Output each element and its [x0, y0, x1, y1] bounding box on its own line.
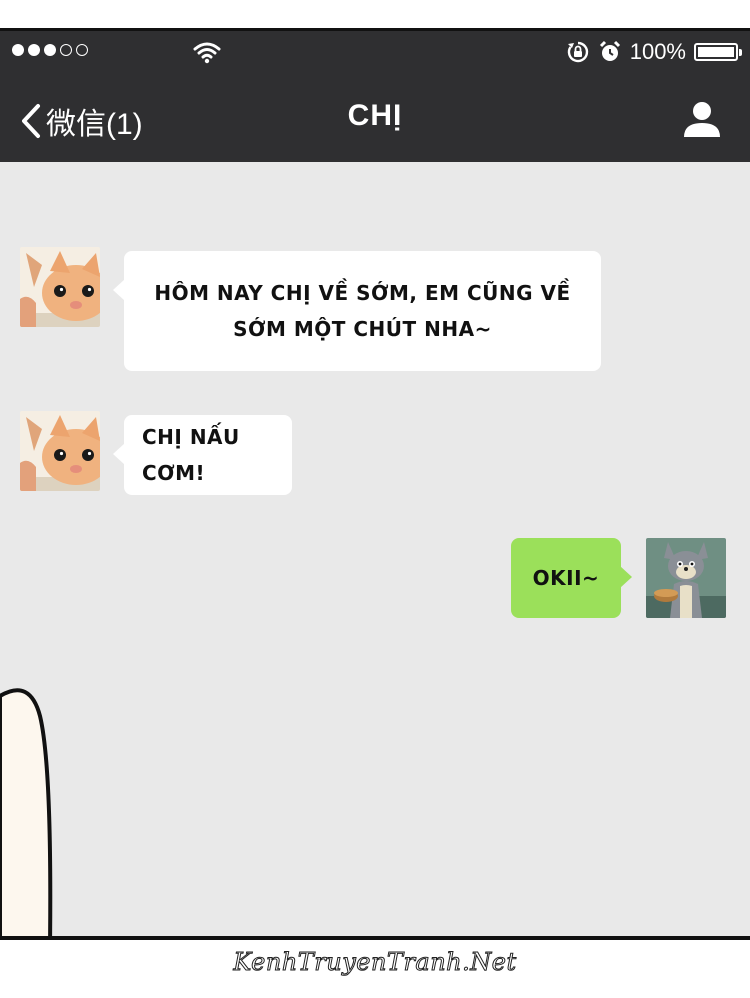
battery-icon	[694, 43, 742, 61]
message-text: OKII~	[532, 566, 600, 590]
comic-artwork	[0, 688, 53, 936]
status-bar: 100%	[0, 31, 750, 77]
tom-cat-avatar-icon	[646, 538, 726, 618]
message-bubble-outgoing[interactable]: OKII~	[511, 538, 632, 618]
alarm-icon	[599, 40, 620, 61]
message-text: CHỊ NẤU CƠM!	[142, 425, 240, 485]
person-icon	[684, 102, 720, 137]
battery-percentage: 100%	[629, 39, 686, 64]
rotation-lock-icon	[567, 41, 588, 63]
self-avatar[interactable]	[646, 538, 726, 618]
profile-button[interactable]	[682, 99, 722, 144]
cat-avatar-icon	[20, 247, 100, 327]
cat-avatar-icon	[20, 411, 100, 491]
chat-title: CHỊ	[347, 99, 403, 132]
signal-icon	[12, 44, 88, 56]
contact-avatar[interactable]	[20, 411, 100, 491]
watermark: KenhTruyenTranh.Net	[233, 948, 517, 977]
contact-avatar[interactable]	[20, 247, 100, 327]
message-bubble-incoming[interactable]: CHỊ NẤU CƠM!	[113, 415, 292, 495]
message-bubble-incoming[interactable]: HÔM NAY CHỊ VỀ SỚM, EM CŨNG VỀ SỚM MỘT C…	[113, 251, 601, 371]
phone-screen: 100% 微信(1) CHỊ HÔM NAY CHỊ VỀ SỚM, EM CŨ…	[0, 28, 750, 940]
message-text: HÔM NAY CHỊ VỀ SỚM, EM CŨNG VỀ SỚM MỘT C…	[154, 281, 571, 341]
chat-header: 微信(1) CHỊ	[0, 77, 750, 162]
wifi-icon	[193, 42, 221, 64]
